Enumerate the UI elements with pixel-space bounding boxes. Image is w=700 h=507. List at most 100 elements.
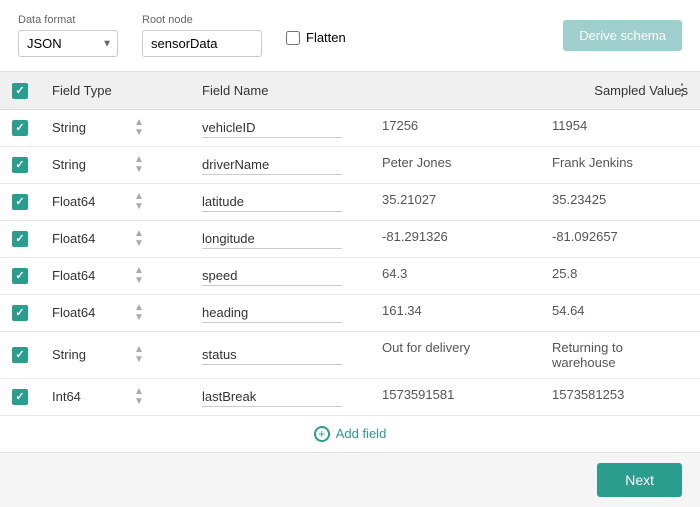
sample-value-2: 35.23425 (552, 192, 606, 207)
next-button[interactable]: Next (597, 463, 682, 497)
top-bar: Data format JSON CSV Avro ▼ Root node Fl… (0, 0, 700, 72)
field-type-select[interactable]: StringFloat64Int64BooleanTimestamp (52, 120, 130, 135)
sort-arrows-icon[interactable]: ▲▼ (134, 229, 144, 249)
sort-arrows-icon[interactable]: ▲▼ (134, 345, 144, 365)
row-checkbox-cell (0, 183, 40, 220)
field-name-input[interactable] (202, 345, 342, 365)
sample-value-1: Out for delivery (382, 340, 512, 370)
data-format-label: Data format (18, 14, 118, 26)
field-type-select[interactable]: StringFloat64Int64BooleanTimestamp (52, 268, 130, 283)
row-checkbox-cell (0, 294, 40, 331)
data-format-group: Data format JSON CSV Avro ▼ (18, 14, 118, 57)
add-field-label: Add field (336, 426, 387, 441)
table-row: StringFloat64Int64BooleanTimestamp ▲▼ -81.… (0, 220, 700, 257)
table-body: StringFloat64Int64BooleanTimestamp ▲▼ 1725… (0, 109, 700, 415)
field-name-input[interactable] (202, 192, 342, 212)
field-name-input[interactable] (202, 266, 342, 286)
table-header-row: Field Type Field Name Sampled Values ⋮ (0, 72, 700, 109)
field-name-input[interactable] (202, 229, 342, 249)
field-name-cell (190, 294, 370, 331)
row-checkbox[interactable] (12, 120, 28, 136)
root-node-input[interactable] (142, 30, 262, 57)
row-checkbox[interactable] (12, 157, 28, 173)
add-circle-icon: + (314, 426, 330, 442)
field-type-select[interactable]: StringFloat64Int64BooleanTimestamp (52, 157, 130, 172)
sample-value-1: 64.3 (382, 266, 512, 281)
sort-arrows-icon[interactable]: ▲▼ (134, 118, 144, 138)
table-row: StringFloat64Int64BooleanTimestamp ▲▼ 64.3… (0, 257, 700, 294)
row-checkbox-cell (0, 220, 40, 257)
field-name-cell (190, 146, 370, 183)
sample-value-1: 161.34 (382, 303, 512, 318)
table-row: StringFloat64Int64BooleanTimestamp ▲▼ 1573… (0, 378, 700, 415)
field-name-input[interactable] (202, 387, 342, 407)
header-field-name: Field Name (190, 72, 370, 109)
sample-value-2: -81.092657 (552, 229, 618, 244)
schema-table: Field Type Field Name Sampled Values ⋮ S… (0, 72, 700, 452)
row-checkbox[interactable] (12, 389, 28, 405)
row-checkbox[interactable] (12, 268, 28, 284)
sort-arrows-icon[interactable]: ▲▼ (134, 266, 144, 286)
sample-value-2: 1573581253 (552, 387, 624, 402)
add-field-button[interactable]: + Add field (314, 426, 387, 442)
field-type-cell: StringFloat64Int64BooleanTimestamp ▲▼ (40, 109, 190, 146)
add-field-body: + Add field (0, 415, 700, 452)
field-type-cell: StringFloat64Int64BooleanTimestamp ▲▼ (40, 146, 190, 183)
flatten-checkbox[interactable] (286, 31, 300, 45)
sort-arrows-icon[interactable]: ▲▼ (134, 192, 144, 212)
field-type-select[interactable]: StringFloat64Int64BooleanTimestamp (52, 347, 130, 362)
table-row: StringFloat64Int64BooleanTimestamp ▲▼ 35.2… (0, 183, 700, 220)
sample-value-2: 25.8 (552, 266, 577, 281)
field-type-cell: StringFloat64Int64BooleanTimestamp ▲▼ (40, 220, 190, 257)
field-name-cell (190, 257, 370, 294)
flatten-label: Flatten (306, 30, 346, 45)
field-type-select[interactable]: StringFloat64Int64BooleanTimestamp (52, 231, 130, 246)
field-type-cell: StringFloat64Int64BooleanTimestamp ▲▼ (40, 378, 190, 415)
field-name-input[interactable] (202, 303, 342, 323)
row-checkbox[interactable] (12, 305, 28, 321)
sample-value-1: Peter Jones (382, 155, 512, 170)
row-checkbox-cell (0, 331, 40, 378)
data-format-select-wrapper: JSON CSV Avro ▼ (18, 30, 118, 57)
row-checkbox[interactable] (12, 194, 28, 210)
data-format-select[interactable]: JSON CSV Avro (18, 30, 118, 57)
sampled-values-cell: 15735915811573581253 (370, 379, 700, 410)
row-checkbox[interactable] (12, 347, 28, 363)
row-checkbox-cell (0, 257, 40, 294)
table-row: StringFloat64Int64BooleanTimestamp ▲▼ 1725… (0, 109, 700, 146)
schema-table-container: Field Type Field Name Sampled Values ⋮ S… (0, 72, 700, 452)
add-field-cell: + Add field (0, 415, 700, 452)
sort-arrows-icon[interactable]: ▲▼ (134, 155, 144, 175)
sample-value-1: 17256 (382, 118, 512, 133)
sample-value-1: 35.21027 (382, 192, 512, 207)
field-type-select[interactable]: StringFloat64Int64BooleanTimestamp (52, 389, 130, 404)
sort-arrows-icon[interactable]: ▲▼ (134, 387, 144, 407)
table-row: StringFloat64Int64BooleanTimestamp ▲▼ 161.… (0, 294, 700, 331)
add-field-row: + Add field (0, 415, 700, 452)
sample-value-2: 54.64 (552, 303, 585, 318)
sampled-values-cell: Peter Jones Frank Jenkins (370, 147, 700, 178)
field-name-cell (190, 378, 370, 415)
column-menu-icon[interactable]: ⋮ (674, 80, 690, 100)
sort-arrows-icon[interactable]: ▲▼ (134, 303, 144, 323)
derive-schema-button[interactable]: Derive schema (563, 20, 682, 51)
field-type-cell: StringFloat64Int64BooleanTimestamp ▲▼ (40, 257, 190, 294)
header-checkbox-col (0, 72, 40, 109)
field-type-select[interactable]: StringFloat64Int64BooleanTimestamp (52, 305, 130, 320)
header-checkbox[interactable] (12, 83, 28, 99)
flatten-group: Flatten (286, 30, 346, 45)
field-name-cell (190, 183, 370, 220)
field-name-cell (190, 220, 370, 257)
sample-value-2: Frank Jenkins (552, 155, 633, 170)
header-field-type: Field Type (40, 72, 190, 109)
field-name-input[interactable] (202, 118, 342, 138)
row-checkbox-cell (0, 109, 40, 146)
field-type-cell: StringFloat64Int64BooleanTimestamp ▲▼ (40, 294, 190, 331)
field-name-input[interactable] (202, 155, 342, 175)
sampled-values-cell: -81.291326 -81.092657 (370, 221, 700, 252)
row-checkbox[interactable] (12, 231, 28, 247)
sampled-values-cell: 1725611954 (370, 110, 700, 141)
table-row: StringFloat64Int64BooleanTimestamp ▲▼ Out … (0, 331, 700, 378)
field-type-select[interactable]: StringFloat64Int64BooleanTimestamp (52, 194, 130, 209)
sample-value-1: -81.291326 (382, 229, 512, 244)
